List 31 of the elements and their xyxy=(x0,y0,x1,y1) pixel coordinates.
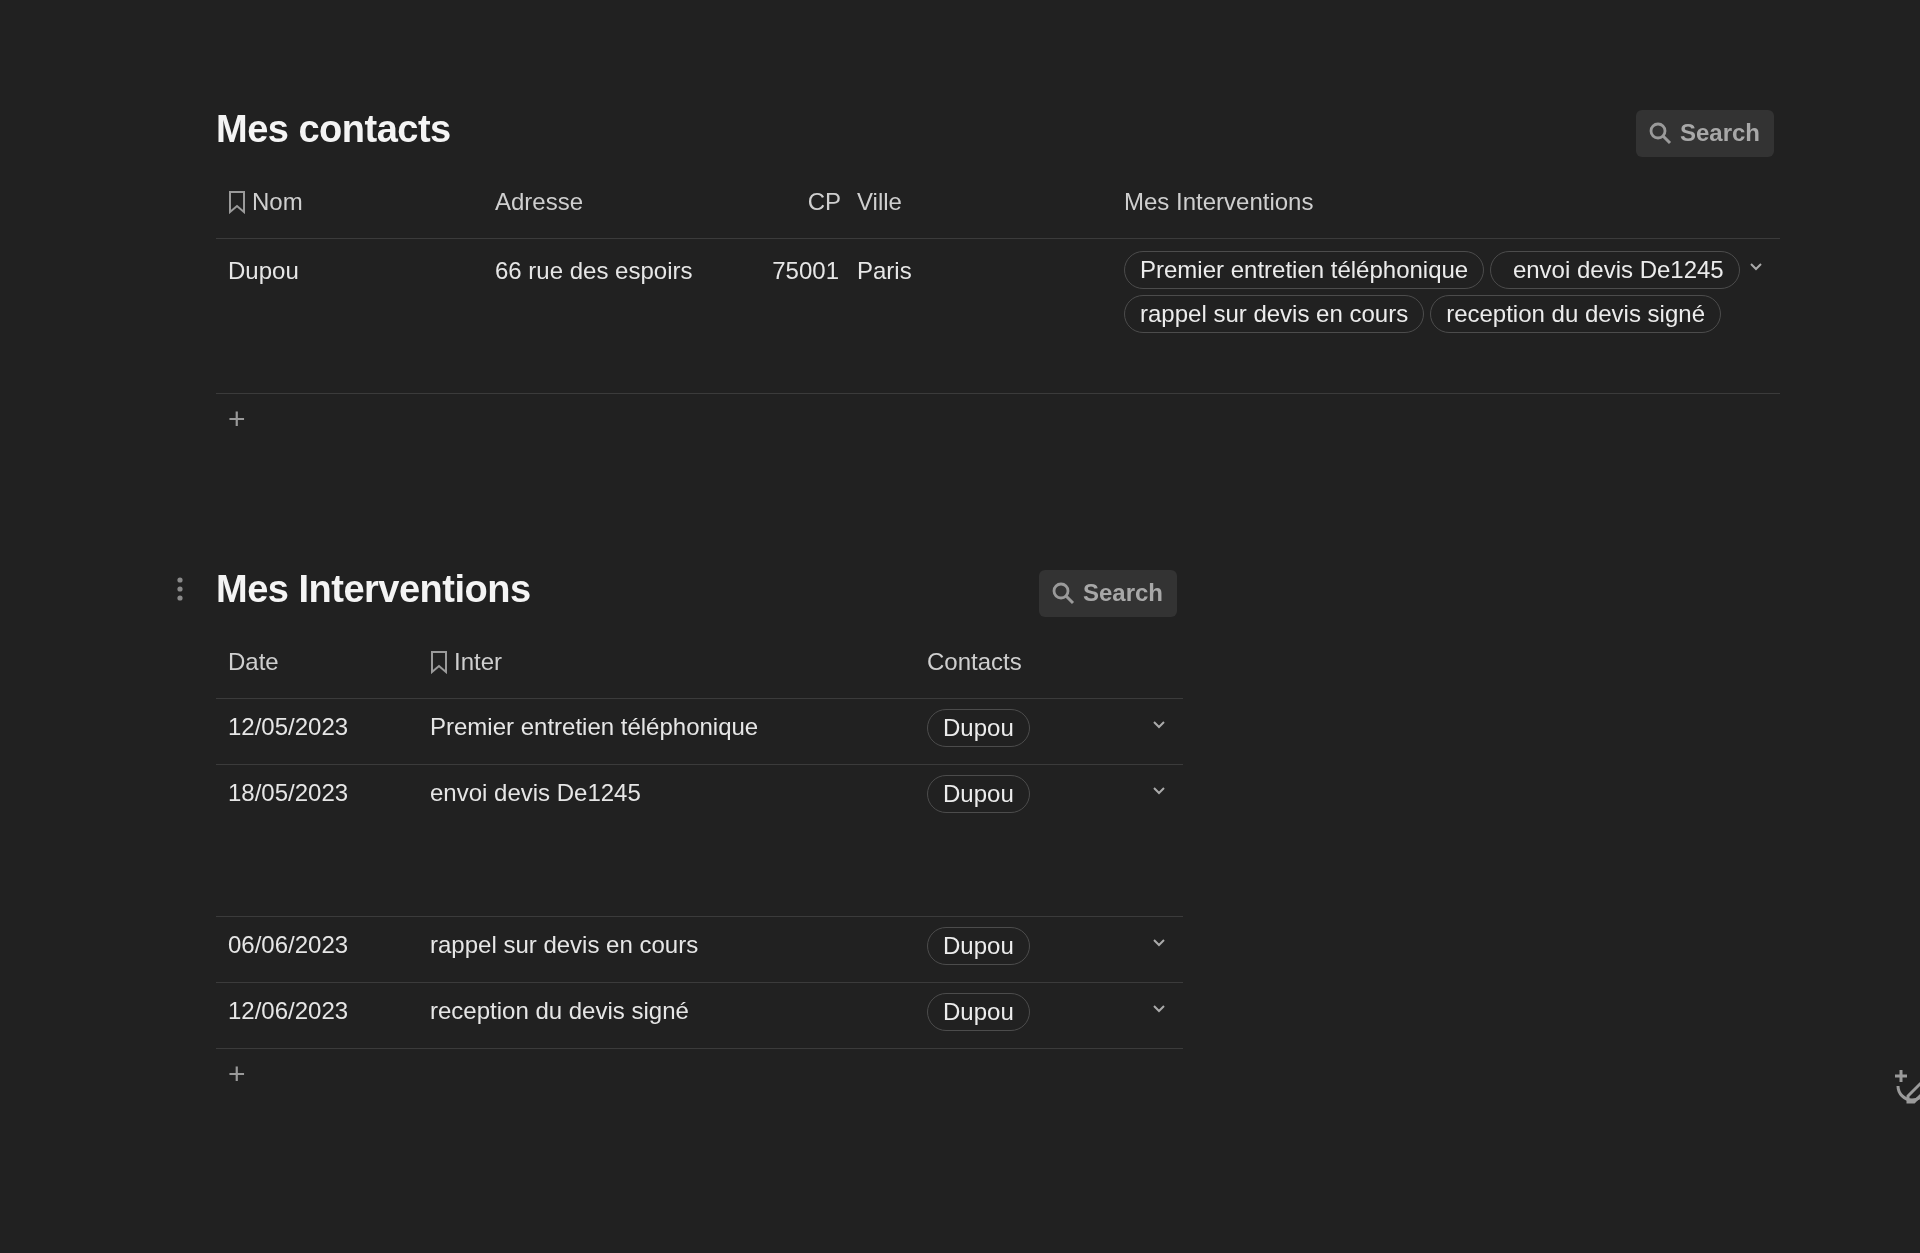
table-cell: 12/05/2023 xyxy=(228,713,349,741)
search-button[interactable]: Search xyxy=(1635,109,1774,157)
column-header[interactable]: Nom xyxy=(252,188,303,216)
search-icon xyxy=(1050,580,1075,605)
column-header[interactable]: Inter xyxy=(454,648,503,676)
search-button[interactable]: Search xyxy=(1038,569,1177,617)
add-row-button[interactable]: + xyxy=(216,398,258,440)
table-cell: Premier entretien téléphonique xyxy=(430,713,759,741)
column-header[interactable]: Adresse xyxy=(495,188,584,216)
bookmark-icon xyxy=(430,650,448,674)
section-title: Mes Interventions xyxy=(216,567,531,611)
table-cell: 06/06/2023 xyxy=(228,931,349,959)
section-title: Mes contacts xyxy=(216,107,451,151)
column-header[interactable]: Date xyxy=(228,648,279,676)
table-cell: Paris xyxy=(857,257,912,285)
bookmark-icon xyxy=(228,190,246,214)
search-icon xyxy=(1647,120,1672,145)
add-row-button[interactable]: + xyxy=(216,1053,258,1095)
table-cell: 75001 xyxy=(772,257,839,285)
column-header[interactable]: CP xyxy=(807,188,841,216)
drag-handle-icon xyxy=(176,575,184,602)
table-cell: 18/05/2023 xyxy=(228,779,349,807)
table-cell: Dupou xyxy=(228,257,299,285)
table-cell: 66 rue des espoirs xyxy=(495,257,693,285)
table-cell: envoi devis De1245 xyxy=(430,779,641,807)
column-header[interactable]: Mes Interventions xyxy=(1124,188,1314,216)
column-header[interactable]: Contacts xyxy=(927,648,1022,676)
table-cell: rappel sur devis en cours xyxy=(430,931,699,959)
table-cell: reception du devis signé xyxy=(430,997,689,1025)
table-cell: 12/06/2023 xyxy=(228,997,349,1025)
column-header[interactable]: Ville xyxy=(857,188,902,216)
